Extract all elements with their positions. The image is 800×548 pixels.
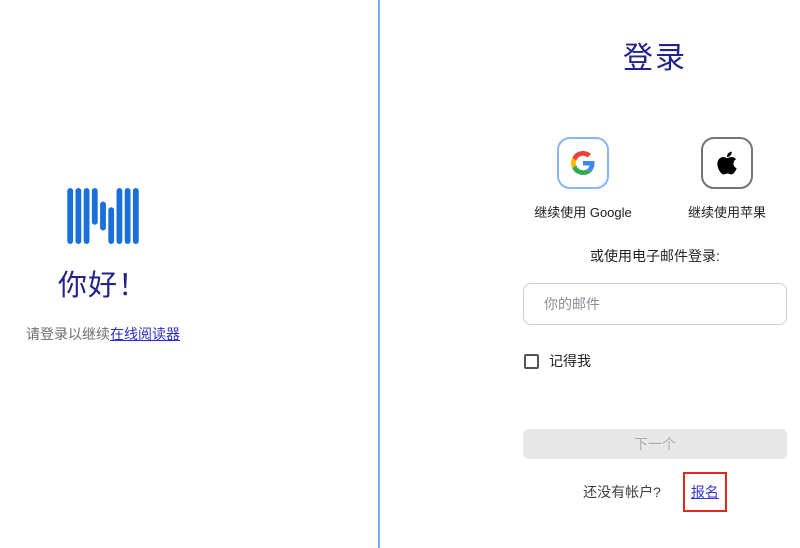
signup-annotation-box: 报名 — [683, 472, 727, 512]
login-prompt-prefix: 请登录以继续 — [26, 326, 110, 342]
apple-login-column: 继续使用苹果 — [667, 137, 787, 221]
signup-link[interactable]: 报名 — [691, 482, 719, 502]
left-welcome-panel: 你好！ 请登录以继续在线阅读器 — [0, 0, 378, 548]
apple-login-button[interactable] — [701, 137, 753, 189]
apple-login-label: 继续使用苹果 — [688, 202, 766, 221]
google-g-icon — [571, 151, 595, 175]
next-button[interactable]: 下一个 — [523, 429, 787, 459]
online-reader-link[interactable]: 在线阅读器 — [110, 326, 180, 342]
greeting-heading: 你好！ — [0, 262, 206, 304]
vertical-divider — [378, 0, 380, 548]
waveform-bars-logo-icon — [67, 188, 139, 244]
google-login-button[interactable] — [557, 137, 609, 189]
email-section-label: 或使用电子邮件登录: — [523, 246, 787, 266]
apple-icon — [715, 151, 739, 175]
signup-row: 还没有帐户? 报名 — [523, 472, 787, 512]
login-prompt-text: 请登录以继续在线阅读器 — [0, 324, 206, 344]
remember-me-checkbox[interactable] — [524, 354, 539, 369]
google-login-label: 继续使用 Google — [534, 202, 632, 221]
social-login-row: 继续使用 Google 继续使用苹果 — [523, 137, 787, 221]
email-input[interactable] — [523, 283, 787, 325]
login-title: 登录 — [523, 33, 787, 77]
no-account-text: 还没有帐户? — [583, 482, 661, 502]
remember-me-label: 记得我 — [549, 351, 591, 371]
remember-me-row: 记得我 — [524, 351, 591, 371]
google-login-column: 继续使用 Google — [523, 137, 643, 221]
login-form-panel: 登录 继续使用 Google 继续使用苹果 或使用电子邮件登录: — [523, 0, 787, 548]
